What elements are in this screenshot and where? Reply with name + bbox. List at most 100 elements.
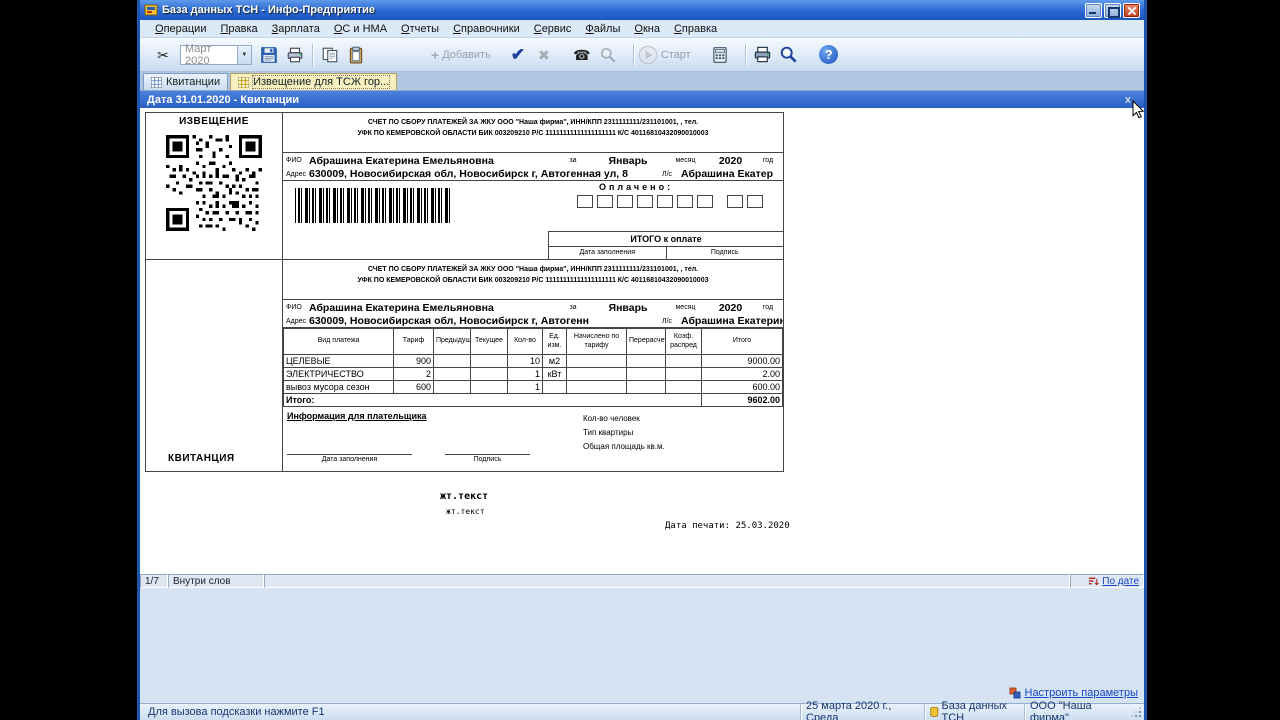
paid-cell xyxy=(577,195,593,208)
za-label: за xyxy=(569,304,577,311)
menu-directories[interactable]: Справочники xyxy=(446,22,527,36)
charges-cell: 1 xyxy=(507,367,543,381)
resize-grip[interactable] xyxy=(1130,704,1144,720)
charges-header-row: Вид платежа Тариф Предыдущее Текущее Кол… xyxy=(283,328,783,355)
save-button[interactable] xyxy=(256,42,282,68)
notice-body: СЧЕТ ПО СБОРУ ПЛАТЕЖЕЙ ЗА ЖКУ ООО "Наша … xyxy=(283,113,784,260)
calculator-button[interactable] xyxy=(707,42,733,68)
plus-icon: + xyxy=(431,46,440,63)
menu-help[interactable]: Справка xyxy=(667,22,724,36)
check-icon: ✔ xyxy=(510,45,525,64)
print-date: Дата печати: 25.03.2020 xyxy=(665,521,790,531)
window-controls xyxy=(1083,2,1140,18)
close-button[interactable] xyxy=(1123,2,1140,18)
add-button[interactable]: + Добавить xyxy=(431,42,491,68)
print-preview-button[interactable] xyxy=(750,42,776,68)
tab-notice[interactable]: Извещение для ТСЖ гор... xyxy=(230,73,398,90)
charges-cell xyxy=(665,380,702,394)
menu-service[interactable]: Сервис xyxy=(527,22,579,36)
paste-button[interactable] xyxy=(343,42,369,68)
magnifier-icon xyxy=(780,46,797,63)
search-icon xyxy=(600,47,616,63)
paid-cell xyxy=(597,195,613,208)
paid-label: Оплачено: xyxy=(599,182,674,192)
play-icon xyxy=(638,45,658,64)
help-icon: ? xyxy=(819,45,839,64)
year-value: 2020 xyxy=(718,301,743,314)
company-line1: СЧЕТ ПО СБОРУ ПЛАТЕЖЕЙ ЗА ЖКУ ООО "Наша … xyxy=(367,266,699,273)
month-word: месяц xyxy=(675,304,696,311)
period-value: Март 2020 xyxy=(185,42,212,67)
apartment-info: Кол-во человек Тип квартиры Общая площад… xyxy=(583,412,665,454)
help-button[interactable]: ? xyxy=(816,42,842,68)
document-status-row: 1/7 Внутри слов По дате xyxy=(140,574,1144,588)
print-button[interactable] xyxy=(282,42,308,68)
paid-cell xyxy=(657,195,673,208)
menu-os-nma[interactable]: ОС и НМА xyxy=(327,22,394,36)
menu-edit[interactable]: Правка xyxy=(213,22,264,36)
qr-code xyxy=(166,135,262,231)
za-label: за xyxy=(569,157,577,164)
configure-params[interactable]: Настроить параметры xyxy=(1009,687,1139,699)
paid-cell xyxy=(697,195,713,208)
address-label: Адрес xyxy=(286,317,307,325)
menu-files[interactable]: Файлы xyxy=(578,22,627,36)
tab-receipts[interactable]: Квитанции xyxy=(143,73,229,90)
confirm-button[interactable]: ✔ xyxy=(505,42,531,68)
sort-by-date[interactable]: По дате xyxy=(1070,574,1144,588)
charges-table: Вид платежа Тариф Предыдущее Текущее Кол… xyxy=(283,328,783,407)
month-word: месяц xyxy=(675,157,696,164)
tab-label: Извещение для ТСЖ гор... xyxy=(252,75,391,89)
charges-cell: 9000.00 xyxy=(701,354,783,368)
title-bar[interactable]: База данных ТСН - Инфо-Предприятие xyxy=(140,0,1144,20)
charges-cell xyxy=(433,380,471,394)
cut-button[interactable]: ✂ xyxy=(150,42,176,68)
account-label: Л/с xyxy=(661,170,673,178)
period-select[interactable]: Март 2020 ▼ xyxy=(180,42,252,67)
charges-cell: 10 xyxy=(507,354,543,368)
charges-col-header: Начислено по тарифу xyxy=(566,328,627,355)
fio-row: ФИО Абрашина Екатерина Емельяновна за Ян… xyxy=(283,153,783,168)
charges-cell xyxy=(542,380,567,394)
start-button[interactable]: Старт xyxy=(638,42,691,68)
menu-operations[interactable]: Операции xyxy=(148,22,213,36)
total-due-box: ИТОГО к оплате Дата заполнения Подпись xyxy=(548,231,784,260)
fio-label: ФИО xyxy=(286,157,302,164)
database-icon xyxy=(930,706,939,718)
phone-button[interactable]: ☎ xyxy=(569,42,595,68)
search-button[interactable] xyxy=(595,42,621,68)
area-label: Общая площадь кв.м. xyxy=(583,442,665,451)
status-bar-right: 25 марта 2020 г., Среда База данных ТСН … xyxy=(800,700,1144,720)
paid-cell xyxy=(677,195,693,208)
app-window: База данных ТСН - Инфо-Предприятие Опера… xyxy=(137,0,1147,720)
company-line1: СЧЕТ ПО СБОРУ ПЛАТЕЖЕЙ ЗА ЖКУ ООО "Наша … xyxy=(367,119,699,126)
zoom-button[interactable] xyxy=(776,42,802,68)
copy-icon xyxy=(322,47,338,62)
configure-params-label: Настроить параметры xyxy=(1024,687,1139,699)
charges-col-header: Текущее xyxy=(470,328,508,355)
charges-col-header: Перерасчет xyxy=(626,328,666,355)
stub-left-column: КВИТАНЦИЯ xyxy=(146,260,283,471)
year-word: год xyxy=(762,304,774,311)
notice-pay-block: Оплачено: ИТОГО к оплате Дата заполнения… xyxy=(283,181,784,260)
menu-windows[interactable]: Окна xyxy=(627,22,667,36)
address-value: 630009, Новосибирская обл, Новосибирск г… xyxy=(309,168,628,180)
scissors-icon: ✂ xyxy=(157,46,169,63)
charges-cell xyxy=(470,380,508,394)
address-row: Адрес 630009, Новосибирская обл, Новосиб… xyxy=(283,168,783,181)
charges-cell: вывоз мусора сезон xyxy=(283,380,394,394)
menu-salary[interactable]: Зарплата xyxy=(265,22,327,36)
charges-cell: ЭЛЕКТРИЧЕСТВО xyxy=(283,367,394,381)
document-title: Дата 31.01.2020 - Квитанции xyxy=(147,93,300,106)
cancel-button[interactable]: ✖ xyxy=(531,42,557,68)
menu-reports[interactable]: Отчеты xyxy=(394,22,446,36)
year-word: год xyxy=(762,157,774,164)
charges-cell xyxy=(626,380,666,394)
maximize-button[interactable] xyxy=(1104,2,1121,18)
charges-cell xyxy=(566,367,627,381)
fill-date-label: Дата заполнения xyxy=(579,249,636,256)
chevron-down-icon: ▼ xyxy=(236,45,251,64)
minimize-button[interactable] xyxy=(1085,2,1102,18)
copy-button[interactable] xyxy=(317,42,343,68)
barcode xyxy=(295,188,451,223)
